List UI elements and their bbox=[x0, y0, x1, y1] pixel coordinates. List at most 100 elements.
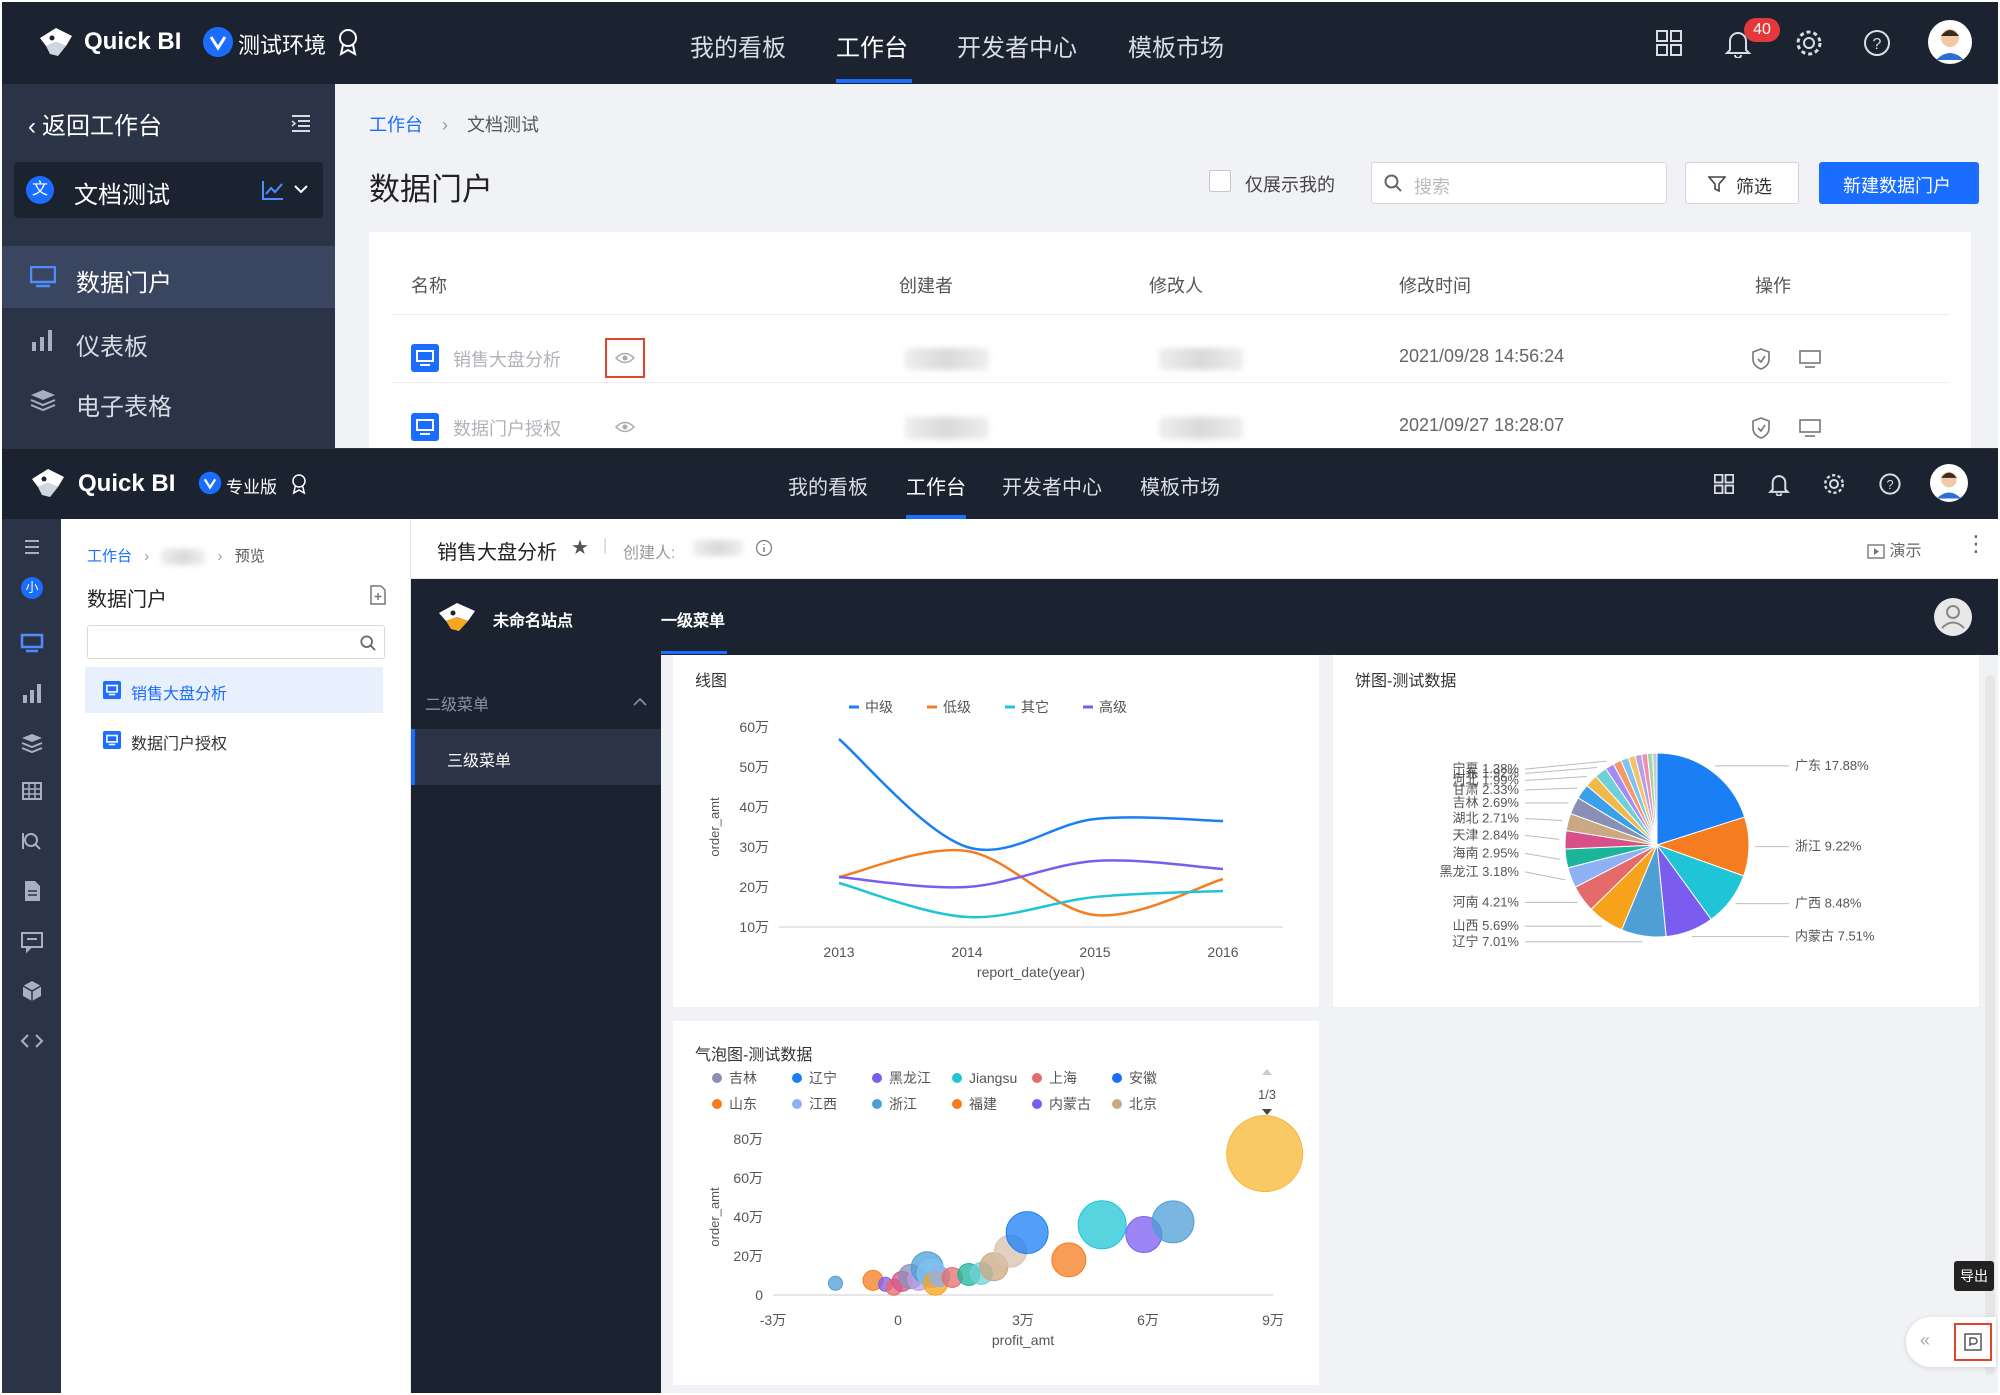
workspace-badge[interactable]: 小 bbox=[21, 577, 43, 599]
active-marker bbox=[411, 729, 415, 785]
line-chart-icon bbox=[262, 181, 283, 200]
gear-icon[interactable] bbox=[1822, 472, 1846, 496]
sidebar-item-spreadsheet[interactable]: 电子表格 bbox=[2, 370, 335, 432]
portal-list-page: 工作台 › 文档测试 数据门户 仅展示我的 搜索 筛选 新建数据门户 名称 创建… bbox=[335, 84, 1998, 448]
info-icon[interactable] bbox=[755, 539, 773, 557]
message-icon[interactable] bbox=[18, 927, 46, 955]
self-service-query-icon[interactable] bbox=[18, 827, 46, 855]
nav-developer-center[interactable]: 开发者中心 bbox=[957, 28, 1077, 63]
y-tick-label: 40万 bbox=[739, 799, 769, 815]
workspace-selector[interactable]: 文 文档测试 bbox=[14, 162, 323, 218]
dashboard-icon[interactable] bbox=[18, 679, 46, 707]
nav-developer-center[interactable]: 开发者中心 bbox=[1002, 471, 1102, 500]
menu-level2[interactable]: 二级菜单 bbox=[411, 675, 661, 729]
menu-level3[interactable]: 三级菜单 bbox=[411, 729, 661, 785]
bubble-chart: 吉林 辽宁 黑龙江 Jiangsu 上海 安徽山东 江西 浙江 福建 内蒙古 北京 1/3 0 20万 40… bbox=[707, 1069, 1304, 1348]
tree-item-portal-auth[interactable]: 数据门户授权 bbox=[85, 717, 383, 763]
add-page-icon[interactable] bbox=[369, 585, 387, 605]
x-tick-label: 2015 bbox=[1079, 944, 1110, 960]
more-icon[interactable]: ⋮ bbox=[1965, 531, 1987, 557]
menu-icon[interactable] bbox=[18, 533, 46, 561]
bubble-point bbox=[1005, 1211, 1049, 1255]
page-title: 数据门户 bbox=[369, 172, 493, 207]
breadcrumb-current: 文档测试 bbox=[467, 115, 540, 135]
legend-label: Jiangsu bbox=[969, 1070, 1017, 1086]
dataset-table-icon[interactable] bbox=[18, 777, 46, 805]
x-axis-title: profit_amt bbox=[992, 1332, 1054, 1348]
modifier-masked bbox=[1159, 417, 1243, 439]
shield-icon[interactable] bbox=[1751, 417, 1771, 439]
shield-icon[interactable] bbox=[1751, 348, 1771, 370]
cube-icon[interactable] bbox=[18, 977, 46, 1005]
portal-icon bbox=[30, 266, 56, 288]
nav-template-market[interactable]: 模板市场 bbox=[1140, 471, 1220, 500]
notification-count-badge: 40 bbox=[1744, 18, 1780, 42]
avatar[interactable] bbox=[1930, 464, 1968, 502]
export-button[interactable] bbox=[1954, 1323, 1992, 1361]
portal-name[interactable]: 数据门户授权 bbox=[453, 415, 561, 441]
nav-my-board[interactable]: 我的看板 bbox=[788, 471, 868, 500]
help-icon[interactable]: ? bbox=[1878, 472, 1902, 496]
nav-template-market[interactable]: 模板市场 bbox=[1128, 28, 1224, 63]
pie-label: 广东 17.88% bbox=[1795, 758, 1869, 773]
collapse-left-icon[interactable]: « bbox=[1920, 1330, 1930, 1351]
chevron-left-icon: ‹ bbox=[28, 113, 36, 140]
breadcrumb-separator: › bbox=[144, 548, 150, 565]
filter-button[interactable]: 筛选 bbox=[1685, 162, 1799, 204]
apps-grid-icon[interactable] bbox=[1656, 30, 1682, 56]
portal-icon[interactable] bbox=[18, 629, 46, 657]
legend-dot bbox=[952, 1099, 962, 1109]
nav-my-board[interactable]: 我的看板 bbox=[690, 28, 786, 63]
tree-item-sales-analysis[interactable]: 销售大盘分析 bbox=[85, 667, 383, 713]
search-placeholder: 搜索 bbox=[1414, 177, 1450, 197]
sidebar-item-portal[interactable]: 数据门户 bbox=[2, 246, 335, 308]
y-tick-label: 50万 bbox=[739, 759, 769, 775]
apps-grid-icon[interactable] bbox=[1714, 474, 1734, 494]
tree-item-label: 销售大盘分析 bbox=[131, 686, 228, 703]
workspace-masked bbox=[161, 549, 206, 566]
collapse-menu-icon[interactable] bbox=[290, 112, 312, 134]
chevron-up-icon bbox=[633, 697, 647, 706]
funnel-icon bbox=[1708, 176, 1726, 193]
tree-title: 数据门户 bbox=[87, 589, 167, 611]
quickbi-logo-icon bbox=[40, 28, 72, 56]
monitor-icon[interactable] bbox=[1799, 350, 1821, 368]
new-portal-button[interactable]: 新建数据门户 bbox=[1819, 162, 1979, 204]
present-button[interactable]: 演示 bbox=[1867, 537, 1921, 561]
only-mine-checkbox[interactable] bbox=[1209, 170, 1231, 192]
menu-level1[interactable]: 一级菜单 bbox=[661, 607, 725, 631]
creator-masked bbox=[905, 417, 989, 439]
legend-label: 北京 bbox=[1129, 1096, 1157, 1112]
back-to-workbench[interactable]: ‹ 返回工作台 bbox=[28, 106, 162, 141]
sidebar-item-dashboard[interactable]: 仪表板 bbox=[2, 310, 335, 372]
user-avatar-icon[interactable] bbox=[1933, 597, 1973, 637]
spreadsheet-icon[interactable] bbox=[18, 729, 46, 757]
avatar[interactable] bbox=[1928, 20, 1972, 64]
legend-label: 江西 bbox=[809, 1096, 837, 1112]
star-icon[interactable]: ★ bbox=[571, 535, 589, 560]
report-doc-icon[interactable] bbox=[18, 877, 46, 905]
nav-workbench[interactable]: 工作台 bbox=[906, 471, 966, 500]
breadcrumb-root[interactable]: 工作台 bbox=[369, 115, 423, 135]
portal-name[interactable]: 销售大盘分析 bbox=[453, 346, 561, 372]
legend-label: 上海 bbox=[1049, 1070, 1077, 1086]
breadcrumb-root[interactable]: 工作台 bbox=[87, 548, 132, 565]
menu-level3-label: 三级菜单 bbox=[447, 753, 512, 770]
y-axis-title: order_amt bbox=[707, 797, 722, 857]
portal-table: 名称 创建者 修改人 修改时间 操作 销售大盘分析 2021/09/28 14:… bbox=[369, 232, 1971, 448]
tree-item-label: 数据门户授权 bbox=[131, 736, 228, 753]
bell-icon[interactable] bbox=[1768, 472, 1790, 496]
gear-icon[interactable] bbox=[1794, 28, 1824, 58]
legend-label: 福建 bbox=[969, 1096, 997, 1112]
code-icon[interactable] bbox=[18, 1027, 46, 1055]
monitor-icon[interactable] bbox=[1799, 419, 1821, 437]
dashboard-icon bbox=[32, 330, 52, 351]
help-icon[interactable]: ? bbox=[1862, 28, 1892, 58]
eye-icon[interactable] bbox=[615, 352, 635, 364]
nav-workbench[interactable]: 工作台 bbox=[836, 28, 908, 63]
search-input[interactable]: 搜索 bbox=[1371, 162, 1667, 204]
eye-icon[interactable] bbox=[615, 421, 635, 433]
pie-label: 吉林 2.69% bbox=[1453, 795, 1520, 810]
x-tick-label: 2013 bbox=[823, 944, 854, 960]
tree-search-input[interactable] bbox=[87, 625, 385, 659]
